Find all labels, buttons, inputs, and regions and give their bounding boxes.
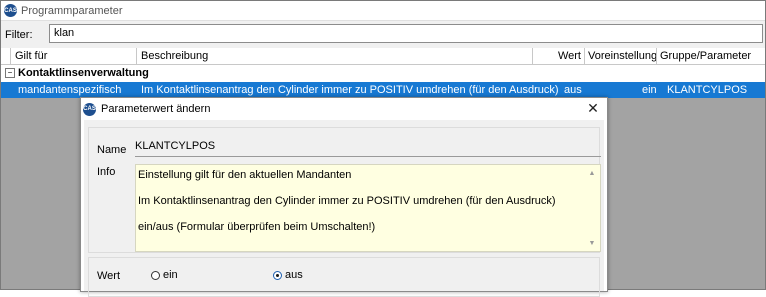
radio-ein[interactable]: ein [151,269,178,281]
radio-checked-icon[interactable] [273,270,282,280]
scroll-up-icon[interactable]: ▲ [587,169,597,179]
filter-bar: Filter: klan [1,20,765,49]
cell-gilt-fuer: mandantenspezifisch [18,84,122,96]
column-header-gruppe-parameter[interactable]: Gruppe/Parameter [657,48,765,64]
app-logo-icon: CAS [4,4,17,17]
cell-gruppe-parameter: KLANTCYLPOS [667,84,748,96]
parameter-info-panel: Name KLANTCYLPOS Info Einstellung gilt f… [88,127,601,253]
header-indent-cell [1,48,11,64]
parameter-edit-dialog: CAS Parameterwert ändern ✕ Name KLANTCYL… [80,97,608,297]
table-row[interactable]: mandantenspezifisch Im Kontaktlinsenantr… [1,82,765,98]
name-field: KLANTCYLPOS [135,136,601,157]
scroll-down-icon[interactable]: ▼ [587,239,597,249]
info-line: Im Kontaktlinsenantrag den Cylinder imme… [138,195,556,207]
dialog-titlebar: CAS Parameterwert ändern ✕ [81,98,607,120]
radio-ein-label: ein [163,269,178,281]
grid-header: Gilt für Beschreibung Wert Voreinstellun… [1,48,765,65]
column-header-beschreibung[interactable]: Beschreibung [137,48,533,64]
column-header-gilt-fuer[interactable]: Gilt für [11,48,137,64]
collapse-icon[interactable]: − [5,68,15,79]
info-textarea[interactable]: Einstellung gilt für den aktuellen Manda… [135,164,601,252]
info-label: Info [97,166,116,178]
filter-input[interactable]: klan [49,24,763,43]
group-label: Kontaktlinsenverwaltung [18,67,149,79]
radio-unchecked-icon[interactable] [151,270,160,280]
info-line: Einstellung gilt für den aktuellen Manda… [138,169,352,181]
close-icon[interactable]: ✕ [585,100,601,116]
cell-voreinstellung: ein [642,84,657,96]
column-header-voreinstellung[interactable]: Voreinstellung [585,48,657,64]
wert-label: Wert [97,270,121,282]
wert-panel: Wert ein aus [88,257,600,297]
dialog-title: Parameterwert ändern [101,103,211,115]
dialog-body: Name KLANTCYLPOS Info Einstellung gilt f… [84,120,604,297]
group-row-kontaktlinsenverwaltung[interactable]: − Kontaktlinsenverwaltung [1,65,765,81]
window-title: Programmparameter [21,4,123,17]
cell-wert: aus [564,84,582,96]
filter-label: Filter: [5,29,33,41]
radio-aus[interactable]: aus [273,269,303,281]
app-logo-icon: CAS [83,102,96,116]
cell-beschreibung: Im Kontaktlinsenantrag den Cylinder imme… [141,84,559,96]
radio-aus-label: aus [285,269,303,281]
parameter-grid: Gilt für Beschreibung Wert Voreinstellun… [1,48,765,98]
info-line: ein/aus (Formular überprüfen beim Umscha… [138,221,376,233]
window-titlebar: CAS Programmparameter [1,1,765,20]
name-label: Name [97,144,127,156]
column-header-wert[interactable]: Wert [533,48,585,64]
